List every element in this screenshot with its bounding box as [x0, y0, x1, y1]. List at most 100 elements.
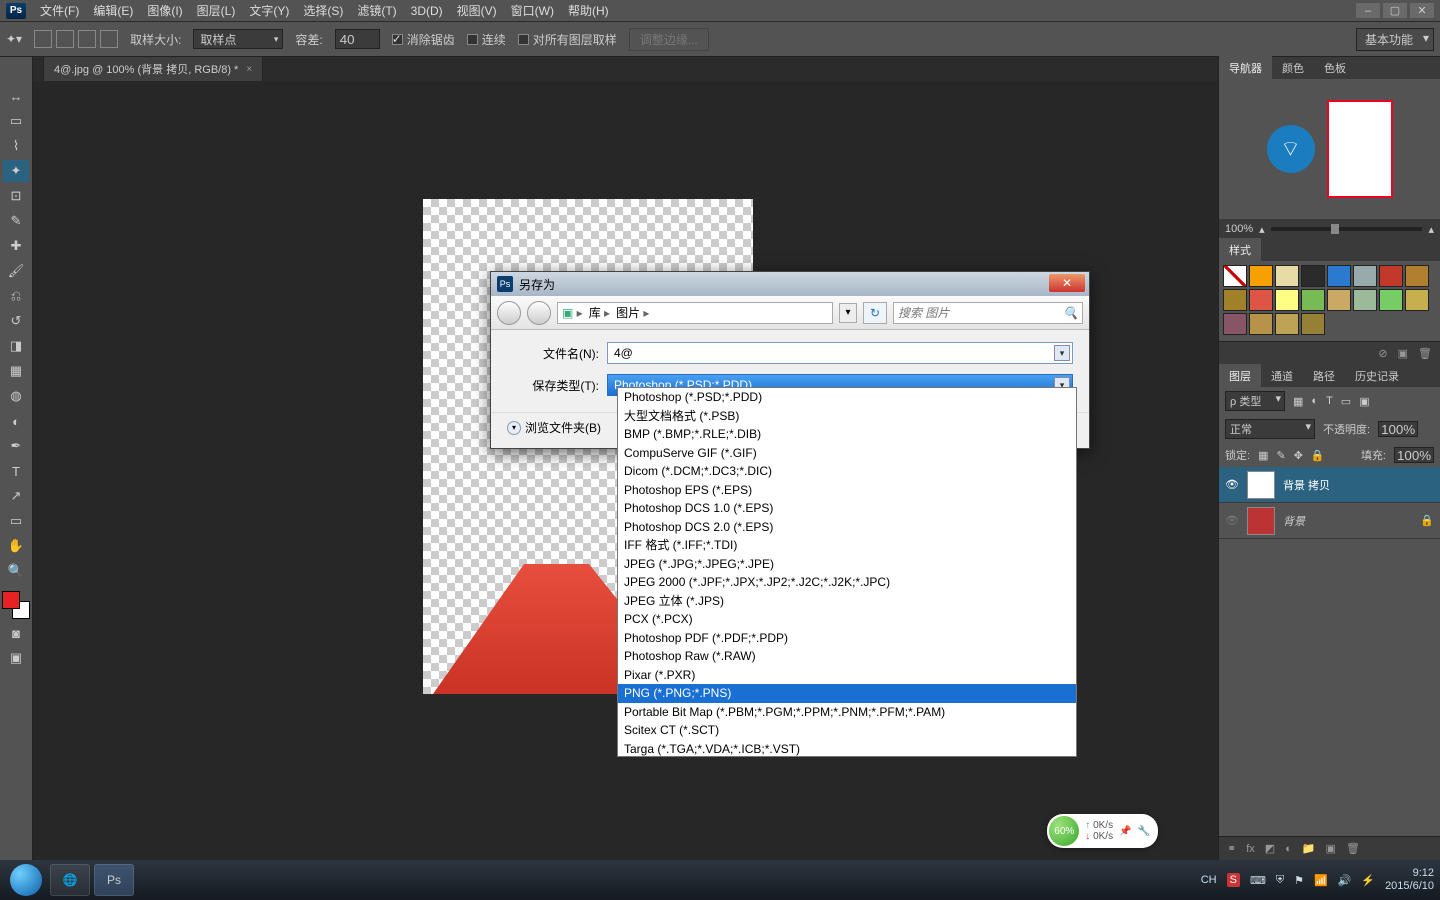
selection-add-icon[interactable]	[56, 30, 74, 48]
visibility-eye-icon[interactable]: 👁	[1225, 478, 1239, 491]
menu-type[interactable]: 文字(Y)	[249, 2, 289, 19]
tray-lang[interactable]: CH	[1201, 874, 1217, 886]
tab-color[interactable]: 颜色	[1272, 56, 1314, 80]
filetype-option[interactable]: Dicom (*.DCM;*.DC3;*.DIC)	[618, 462, 1076, 481]
filetype-option[interactable]: Photoshop DCS 1.0 (*.EPS)	[618, 499, 1076, 518]
breadcrumb-item-0[interactable]: 库	[589, 304, 610, 321]
nav-forward-button[interactable]	[527, 301, 551, 325]
group-icon[interactable]: 📁	[1302, 842, 1316, 855]
lock-position-icon[interactable]: ✥	[1294, 449, 1303, 462]
filetype-option[interactable]: Scitex CT (*.SCT)	[618, 721, 1076, 740]
clone-stamp-tool-icon[interactable]: ⎌	[3, 285, 29, 307]
style-swatch[interactable]	[1327, 289, 1351, 311]
filetype-option[interactable]: Photoshop DCS 2.0 (*.EPS)	[618, 518, 1076, 537]
blur-tool-icon[interactable]: ◍	[3, 385, 29, 407]
filetype-option[interactable]: Photoshop (*.PSD;*.PDD)	[618, 388, 1076, 407]
selection-subtract-icon[interactable]	[78, 30, 96, 48]
color-swatch[interactable]	[2, 591, 30, 619]
style-swatch[interactable]	[1249, 313, 1273, 335]
style-swatch[interactable]	[1249, 289, 1273, 311]
tray-battery-icon[interactable]: ⚡	[1361, 874, 1375, 887]
breadcrumb-history-dropdown[interactable]: ▾	[839, 303, 857, 323]
filetype-option[interactable]: Photoshop Raw (*.RAW)	[618, 647, 1076, 666]
navigator-thumbnail[interactable]	[1327, 100, 1393, 198]
style-swatch[interactable]	[1405, 265, 1429, 287]
filetype-option[interactable]: Photoshop PDF (*.PDF;*.PDP)	[618, 629, 1076, 648]
pen-tool-icon[interactable]: ✒	[3, 435, 29, 457]
close-tab-icon[interactable]: ×	[246, 64, 252, 75]
lasso-tool-icon[interactable]: ⌇	[3, 135, 29, 157]
filter-pixel-icon[interactable]: ▦	[1293, 395, 1303, 408]
zoom-slider[interactable]	[1271, 227, 1423, 231]
nav-back-button[interactable]	[497, 301, 521, 325]
style-swatch[interactable]	[1275, 289, 1299, 311]
tray-keyboard-icon[interactable]: ⌨	[1250, 874, 1266, 887]
filetype-option[interactable]: JPEG 2000 (*.JPF;*.JPX;*.JP2;*.J2C;*.J2K…	[618, 573, 1076, 592]
filetype-option[interactable]: IFF 格式 (*.IFF;*.TDI)	[618, 536, 1076, 555]
selection-new-icon[interactable]	[34, 30, 52, 48]
window-maximize-button[interactable]: ▢	[1383, 3, 1407, 18]
window-minimize-button[interactable]: –	[1356, 3, 1380, 18]
healing-brush-tool-icon[interactable]: ✚	[3, 235, 29, 257]
style-swatch[interactable]	[1223, 289, 1247, 311]
style-swatch[interactable]	[1275, 313, 1299, 335]
layer-row-1[interactable]: 👁 背景 🔒	[1219, 503, 1440, 539]
tab-layers[interactable]: 图层	[1219, 364, 1261, 388]
style-swatch[interactable]	[1275, 265, 1299, 287]
delete-layer-icon[interactable]: 🗑	[1346, 842, 1360, 855]
workspace-dropdown[interactable]: 基本功能	[1356, 28, 1434, 51]
contiguous-checkbox[interactable]: 连续	[467, 31, 506, 48]
tray-volume-icon[interactable]: 🔊	[1338, 874, 1352, 887]
style-swatch[interactable]	[1223, 313, 1247, 335]
style-swatch[interactable]	[1405, 289, 1429, 311]
nav-zoom-value[interactable]: 100%	[1225, 223, 1253, 235]
filetype-option[interactable]: 大型文档格式 (*.PSB)	[618, 407, 1076, 426]
filter-shape-icon[interactable]: ▭	[1341, 395, 1351, 408]
all-layers-checkbox[interactable]: 对所有图层取样	[518, 31, 617, 48]
network-speed-widget[interactable]: 60% ↑ 0K/s ↓ 0K/s 📌 🔧	[1047, 814, 1158, 848]
layer-name-0[interactable]: 背景 拷贝	[1283, 477, 1330, 493]
style-swatch[interactable]	[1301, 265, 1325, 287]
path-selection-tool-icon[interactable]: ↗	[3, 485, 29, 507]
filter-smart-icon[interactable]: ▣	[1359, 395, 1369, 408]
brush-tool-icon[interactable]: 🖌	[3, 260, 29, 282]
link-layers-icon[interactable]: ⚭	[1227, 842, 1236, 855]
zoom-tool-icon[interactable]: 🔍	[3, 560, 29, 582]
menu-edit[interactable]: 编辑(E)	[93, 2, 133, 19]
window-close-button[interactable]: ✕	[1410, 3, 1434, 18]
tab-channels[interactable]: 通道	[1261, 364, 1303, 388]
antialias-checkbox[interactable]: 消除锯齿	[392, 31, 455, 48]
quickmask-icon[interactable]: ◙	[3, 622, 29, 644]
tolerance-input[interactable]	[335, 29, 380, 49]
refine-edge-button[interactable]: 调整边缘...	[629, 28, 709, 51]
filename-history-dropdown[interactable]: ▾	[1054, 345, 1070, 361]
layer-row-0[interactable]: 👁 背景 拷贝	[1219, 467, 1440, 503]
tab-swatches[interactable]: 色板	[1314, 56, 1356, 80]
tray-ime-icon[interactable]: S	[1227, 873, 1240, 887]
menu-layer[interactable]: 图层(L)	[197, 2, 236, 19]
shape-tool-icon[interactable]: ▭	[3, 510, 29, 532]
screenmode-icon[interactable]: ▣	[3, 647, 29, 669]
marquee-tool-icon[interactable]: ▭	[3, 110, 29, 132]
filename-input[interactable]: 4@ ▾	[607, 342, 1073, 364]
style-swatch[interactable]	[1353, 289, 1377, 311]
tab-navigator[interactable]: 导航器	[1219, 56, 1272, 80]
filter-adjust-icon[interactable]: ◐	[1311, 395, 1318, 407]
menu-image[interactable]: 图像(I)	[147, 2, 182, 19]
filetype-option[interactable]: JPEG (*.JPG;*.JPEG;*.JPE)	[618, 555, 1076, 574]
lock-pixels-icon[interactable]: ✎	[1276, 449, 1285, 462]
dodge-tool-icon[interactable]: ◐	[3, 410, 29, 432]
menu-help[interactable]: 帮助(H)	[568, 2, 609, 19]
tray-clock[interactable]: 9:12 2015/6/10	[1385, 867, 1434, 893]
tab-paths[interactable]: 路径	[1303, 364, 1345, 388]
layer-thumbnail[interactable]	[1247, 507, 1275, 535]
tab-styles[interactable]: 样式	[1219, 238, 1261, 262]
blend-mode-dropdown[interactable]: 正常	[1225, 419, 1315, 439]
tray-signal-icon[interactable]: 📶	[1314, 874, 1328, 887]
refresh-button[interactable]: ↻	[863, 302, 887, 324]
filetype-option[interactable]: Targa (*.TGA;*.VDA;*.ICB;*.VST)	[618, 740, 1076, 758]
net-settings-icon[interactable]: 🔧	[1138, 826, 1150, 837]
dialog-close-button[interactable]: ✕	[1049, 274, 1085, 292]
lock-transparent-icon[interactable]: ▦	[1258, 449, 1268, 462]
style-swatch[interactable]	[1353, 265, 1377, 287]
